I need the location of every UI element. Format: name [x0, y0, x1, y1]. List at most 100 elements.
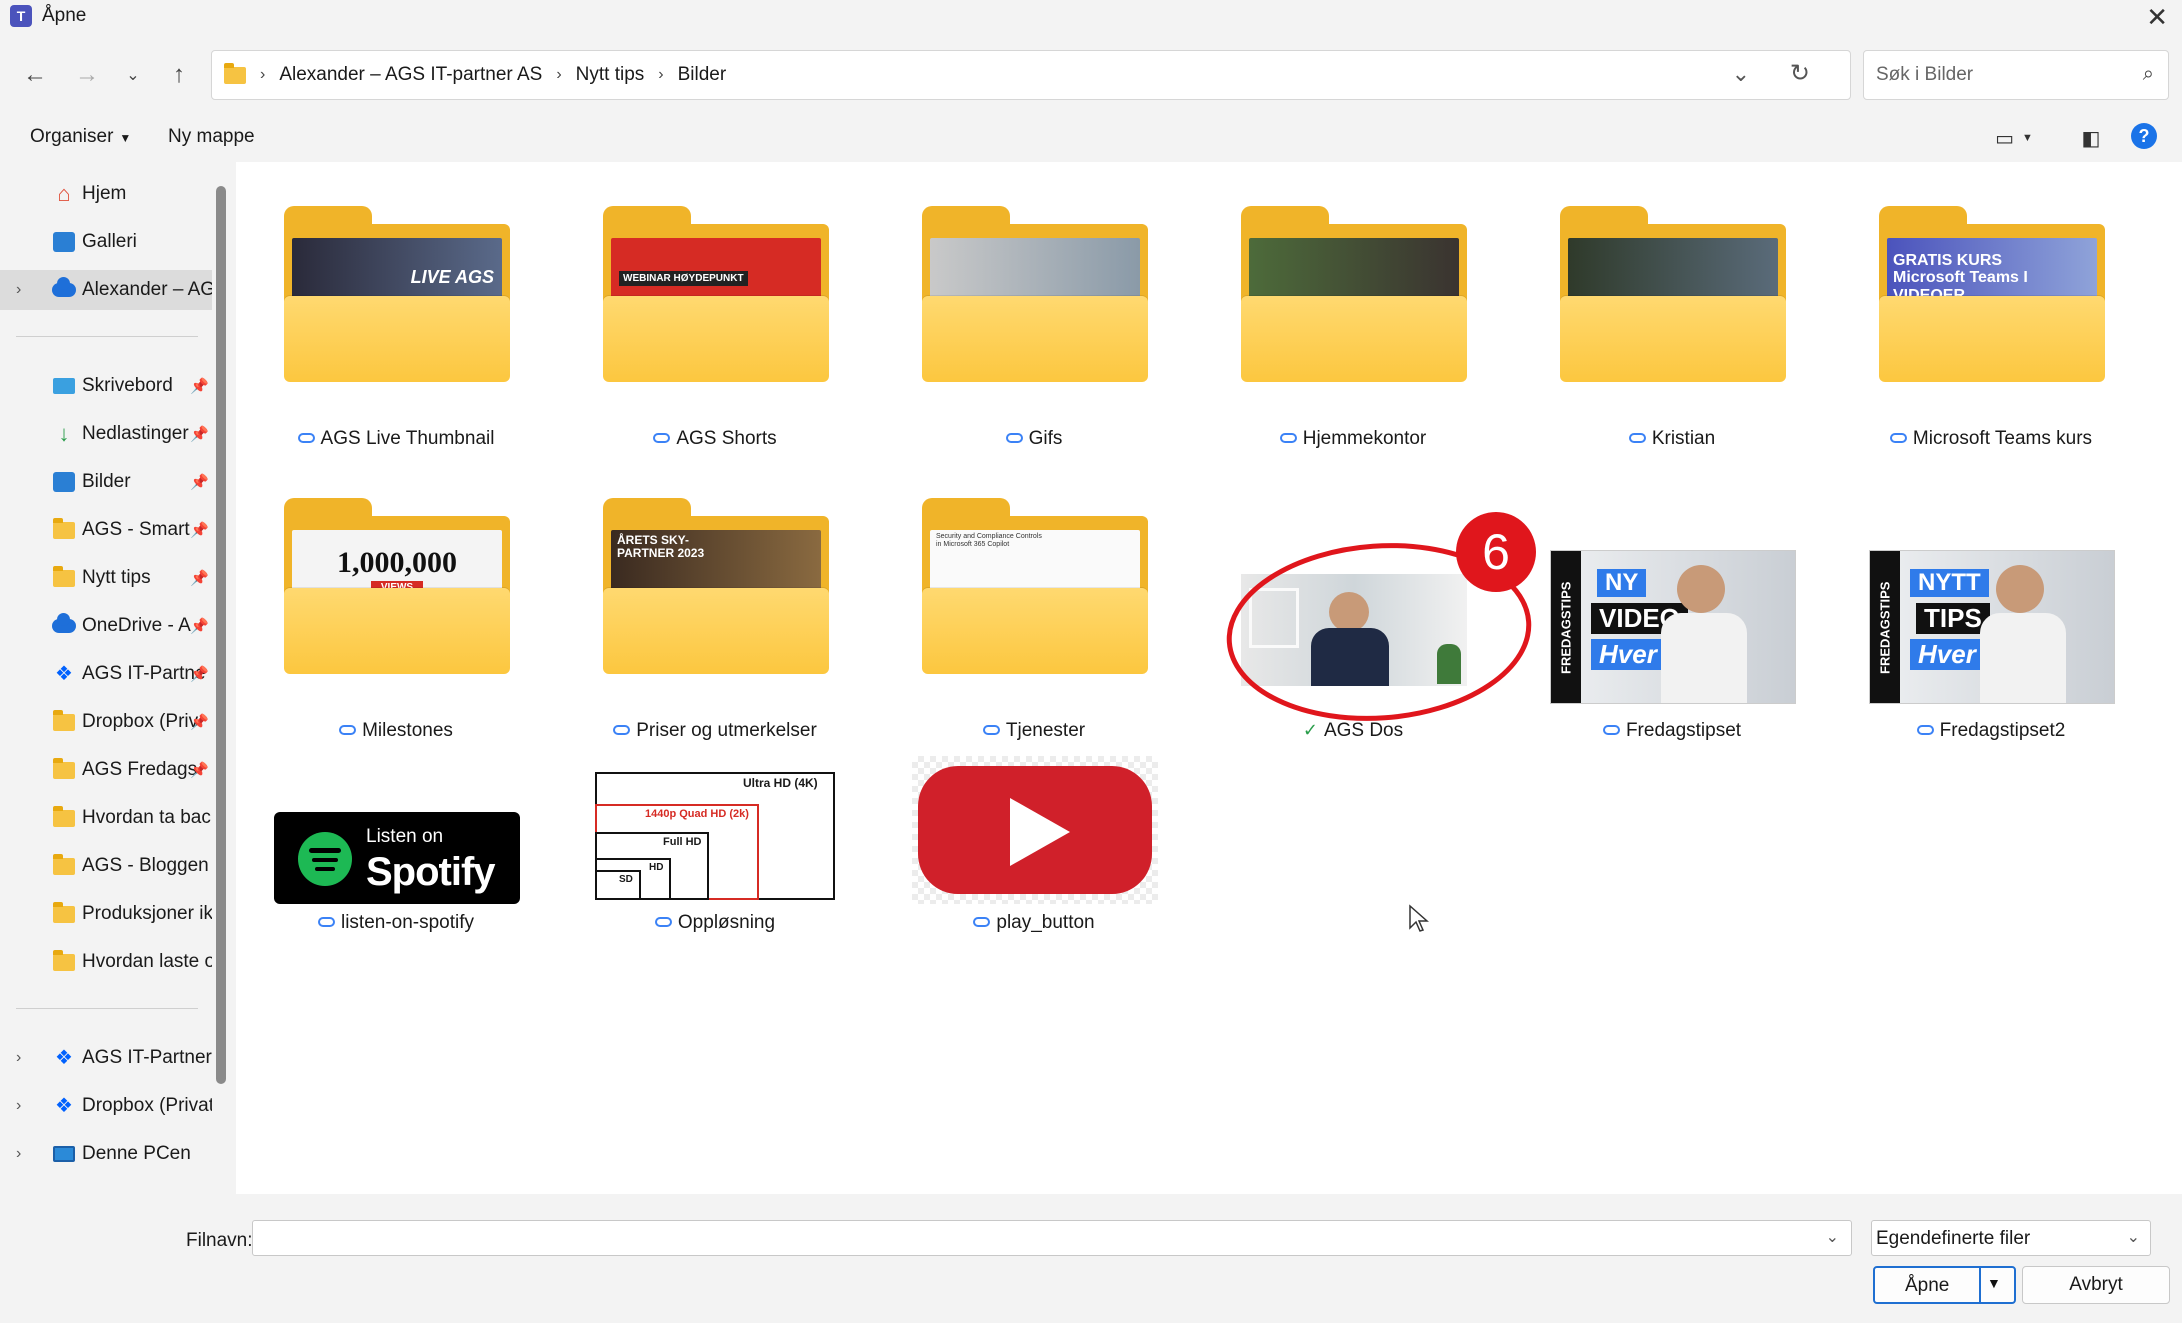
- close-icon[interactable]: ✕: [2146, 2, 2168, 33]
- address-history-chevron-icon[interactable]: ⌄: [1732, 61, 1750, 87]
- cloud-status-icon: [317, 917, 335, 927]
- cloud-status-icon: [653, 433, 671, 443]
- expand-chevron-icon[interactable]: ›: [16, 281, 21, 299]
- folder-tile[interactable]: 1,000,000 VIEWS Milestones: [236, 454, 536, 754]
- image-tile[interactable]: FREDAGSTIPS NYTT TIPS Hver Uke Fredagsti…: [1831, 454, 2131, 754]
- folder-icon: [52, 901, 76, 925]
- breadcrumb-bilder[interactable]: Bilder: [678, 64, 727, 86]
- cloud-status-icon: [1916, 725, 1934, 735]
- sidebar-item-dropbox-private[interactable]: Dropbox (Priv 📌: [0, 702, 212, 742]
- folder-tile[interactable]: Kristian: [1512, 162, 1812, 462]
- folder-tile[interactable]: WEBINAR HØYDEPUNKT AGS Shorts: [555, 162, 855, 462]
- folder-name: AGS Live Thumbnail: [320, 428, 495, 449]
- image-tile[interactable]: 6 ✓ AGS Dos: [1193, 454, 1536, 754]
- preview-pane-icon[interactable]: ◧: [2077, 124, 2105, 152]
- sidebar-item-nytt-tips[interactable]: Nytt tips 📌: [0, 558, 212, 598]
- chevron-down-icon[interactable]: ⌄: [1826, 1227, 1839, 1247]
- folder-tile[interactable]: ÅRETS SKY-PARTNER 2023 Priser og utmerke…: [555, 454, 855, 754]
- image-tile[interactable]: FREDAGSTIPS NY VIDEO Hver Uke Fredagstip…: [1512, 454, 1812, 754]
- search-icon[interactable]: ⌕: [2143, 63, 2154, 86]
- image-tile[interactable]: Listen on Spotify listen-on-spotify: [236, 746, 536, 976]
- sidebar-item-hvordan-laste[interactable]: Hvordan laste o: [0, 942, 212, 982]
- sidebar-item-dropbox-privat-root[interactable]: › ❖ Dropbox (Privat): [0, 1086, 212, 1126]
- cloud-status-icon: [1889, 433, 1907, 443]
- organize-button[interactable]: Organiser ▼: [30, 126, 131, 148]
- file-name-label: Priser og utmerkelser: [555, 720, 875, 742]
- sidebar-item-ags-fredags[interactable]: AGS Fredags 📌: [0, 750, 212, 790]
- image-thumbnail: FREDAGSTIPS NY VIDEO Hver Uke: [1550, 550, 1796, 704]
- image-tile[interactable]: play_button: [874, 746, 1174, 976]
- breadcrumb-nytt-tips[interactable]: Nytt tips: [576, 64, 645, 86]
- headline-line2: TIPS: [1916, 603, 1990, 634]
- folder-tile[interactable]: GRATIS KURS Microsoft Teams I VIDEOER Mi…: [1831, 162, 2131, 462]
- file-name-label: Milestones: [236, 720, 556, 742]
- sidebar-item-onedrive-a[interactable]: OneDrive - A 📌: [0, 606, 212, 646]
- sidebar-item-pictures[interactable]: Bilder 📌: [0, 462, 212, 502]
- folder-tile[interactable]: Security and Compliance Controls in Micr…: [874, 454, 1174, 754]
- folder-name: Hjemmekontor: [1302, 428, 1427, 449]
- sidebar-item-downloads[interactable]: ↓ Nedlastinger 📌: [0, 414, 212, 454]
- sidebar-item-gallery[interactable]: Galleri: [0, 222, 212, 262]
- image-tile[interactable]: Ultra HD (4K) 1440p Quad HD (2k) Full HD…: [555, 746, 855, 976]
- cloud-status-icon: [1279, 433, 1297, 443]
- sidebar-item-this-pc[interactable]: › Denne PCen: [0, 1134, 212, 1174]
- folder-tile[interactable]: Gifs: [874, 162, 1174, 462]
- expand-chevron-icon[interactable]: ›: [16, 1049, 21, 1067]
- sidebar-item-desktop[interactable]: Skrivebord 📌: [0, 366, 212, 406]
- expand-chevron-icon[interactable]: ›: [16, 1145, 21, 1163]
- image-name: Fredagstipset2: [1939, 720, 2066, 741]
- sidebar-divider: [16, 1008, 198, 1009]
- search-input[interactable]: [1876, 64, 2116, 86]
- help-icon[interactable]: ?: [2131, 123, 2157, 149]
- folder-icon: [224, 62, 246, 84]
- forward-button[interactable]: →: [70, 58, 104, 92]
- open-button[interactable]: Åpne ▼: [1873, 1266, 2016, 1304]
- folder-icon: [52, 517, 76, 541]
- file-name-label: Microsoft Teams kurs: [1831, 428, 2151, 450]
- sidebar-item-home[interactable]: ⌂ Hjem: [0, 174, 212, 214]
- command-bar: Organiser ▼ Ny mappe ▭ ▼ ◧: [0, 112, 2182, 162]
- mouse-cursor-icon: [1409, 904, 1429, 932]
- expand-chevron-icon[interactable]: ›: [16, 1097, 21, 1115]
- cloud-status-icon: [1005, 433, 1023, 443]
- breadcrumb-onedrive[interactable]: Alexander – AGS IT-partner AS: [279, 64, 542, 86]
- sidebar-item-ags-smart[interactable]: AGS - Smart 📌: [0, 510, 212, 550]
- open-options-dropdown-icon[interactable]: ▼: [1987, 1275, 2001, 1291]
- sidebar-scrollbar[interactable]: [216, 186, 226, 1084]
- filename-input[interactable]: ⌄: [252, 1220, 1852, 1256]
- file-name-label: Oppløsning: [555, 912, 875, 934]
- image-name: listen-on-spotify: [340, 912, 475, 933]
- folder-icon: [52, 949, 76, 973]
- file-type-filter[interactable]: Egendefinerte filer ⌄: [1871, 1220, 2151, 1256]
- new-folder-button[interactable]: Ny mappe: [168, 126, 255, 148]
- cloud-status-icon: [1628, 433, 1646, 443]
- sidebar-item-ags-bloggen[interactable]: AGS - Bloggen: [0, 846, 212, 886]
- address-bar[interactable]: › Alexander – AGS IT-partner AS › Nytt t…: [211, 50, 1851, 100]
- cancel-button[interactable]: Avbryt: [2022, 1266, 2170, 1304]
- sidebar-item-hvordan-ta-back[interactable]: Hvordan ta back: [0, 798, 212, 838]
- refresh-icon[interactable]: ↻: [1790, 59, 1810, 88]
- person-shirt: [1980, 613, 2066, 703]
- folder-icon: [52, 709, 76, 733]
- folder-tile[interactable]: Hjemmekontor: [1193, 162, 1493, 462]
- recent-locations-chevron-icon[interactable]: ⌄: [116, 58, 150, 92]
- sidebar-item-label: Hvordan laste o: [82, 951, 212, 972]
- sidebar-item-onedrive-ags[interactable]: › Alexander – AGS: [0, 270, 212, 310]
- breadcrumb-separator: ›: [658, 66, 664, 83]
- sidebar-item-ags-it-partner-root[interactable]: › ❖ AGS IT-Partner I: [0, 1038, 212, 1078]
- search-box[interactable]: ⌕: [1863, 50, 2169, 100]
- sidebar-item-produksjoner[interactable]: Produksjoner ikk: [0, 894, 212, 934]
- sidebar-item-label: AGS IT-Partner I: [82, 1047, 212, 1068]
- cloud-status-icon: [654, 917, 672, 927]
- sidebar-item-ags-it-partner-dropbox[interactable]: ❖ AGS IT-Partne 📌: [0, 654, 212, 694]
- folder-preview-text: WEBINAR HØYDEPUNKT: [619, 270, 748, 286]
- view-options-icon[interactable]: ▭ ▼: [1995, 124, 2033, 152]
- desktop-icon: [52, 375, 76, 397]
- chevron-down-icon: ⌄: [2126, 1229, 2140, 1246]
- up-button[interactable]: ↑: [162, 58, 196, 92]
- navigation-pane: ⌂ Hjem Galleri › Alexander – AGS Skriveb…: [0, 162, 230, 1194]
- folder-name: Tjenester: [1005, 720, 1086, 741]
- image-thumbnail: Ultra HD (4K) 1440p Quad HD (2k) Full HD…: [593, 770, 839, 904]
- folder-tile[interactable]: LIVE AGS AGS Live Thumbnail: [236, 162, 536, 462]
- back-button[interactable]: ←: [18, 58, 52, 92]
